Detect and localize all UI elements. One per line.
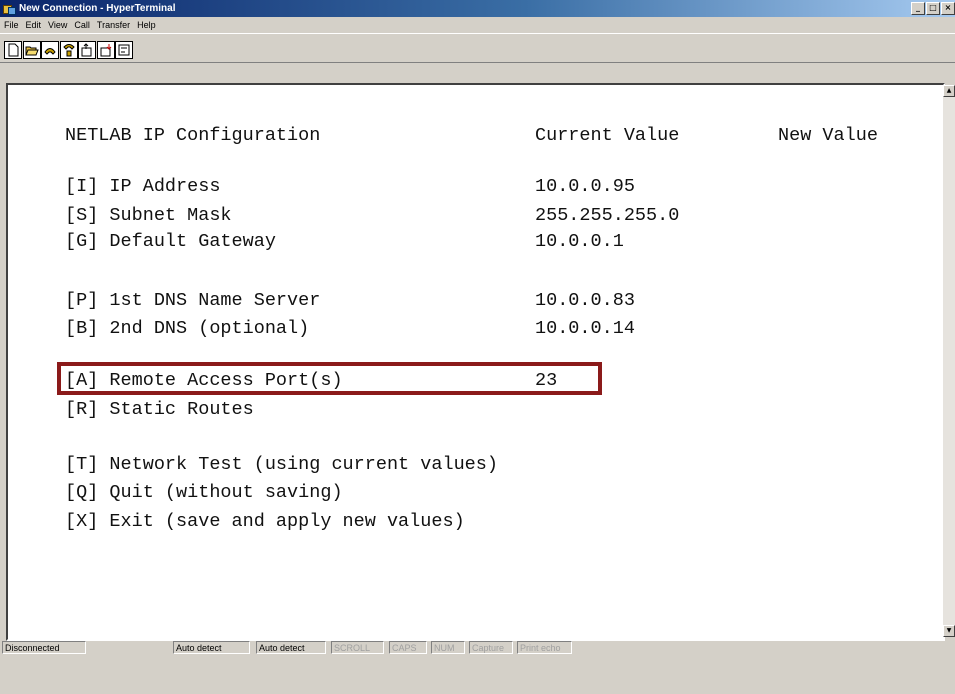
status-scroll: SCROLL	[331, 641, 384, 654]
option-ip-address: [I] IP Address	[65, 176, 221, 197]
window-controls: _ □ ×	[911, 2, 955, 15]
scroll-up-icon[interactable]: ▲	[943, 85, 955, 97]
config-title: NETLAB IP Configuration	[65, 125, 321, 146]
status-bar: Disconnected Auto detect Auto detect SCR…	[0, 640, 955, 656]
window-title: New Connection - HyperTerminal	[19, 3, 176, 14]
properties-icon[interactable]	[115, 41, 133, 59]
status-auto-detect-1: Auto detect	[173, 641, 250, 654]
option-exit: [X] Exit (save and apply new values)	[65, 511, 465, 532]
menu-help[interactable]: Help	[134, 18, 159, 32]
toolbar	[0, 33, 955, 63]
vertical-scrollbar[interactable]: ▲ ▼	[943, 85, 955, 637]
status-capture: Capture	[469, 641, 513, 654]
option-subnet-mask: [S] Subnet Mask	[65, 205, 232, 226]
new-value-header: New Value	[778, 125, 878, 146]
toolbar-group-call	[41, 41, 79, 59]
toolbar-group-properties	[115, 41, 134, 59]
status-num: NUM	[431, 641, 465, 654]
maximize-button[interactable]: □	[926, 2, 940, 15]
option-dns-1: [P] 1st DNS Name Server	[65, 290, 321, 311]
terminal-screen[interactable]: NETLAB IP Configuration Current Value Ne…	[6, 83, 945, 641]
option-quit: [Q] Quit (without saving)	[65, 482, 343, 503]
hyperterminal-app-icon[interactable]	[3, 3, 16, 15]
new-icon[interactable]	[4, 41, 22, 59]
receive-icon[interactable]	[97, 41, 115, 59]
close-button[interactable]: ×	[941, 2, 955, 15]
status-caps: CAPS	[389, 641, 427, 654]
call-icon[interactable]	[41, 41, 59, 59]
menu-call[interactable]: Call	[71, 18, 93, 32]
option-default-gateway: [G] Default Gateway	[65, 231, 276, 252]
menu-edit[interactable]: Edit	[23, 18, 45, 32]
disconnect-icon[interactable]	[60, 41, 78, 59]
option-network-test: [T] Network Test (using current values)	[65, 454, 498, 475]
value-default-gateway: 10.0.0.1	[535, 231, 624, 252]
value-ip-address: 10.0.0.95	[535, 176, 635, 197]
option-dns-2: [B] 2nd DNS (optional)	[65, 318, 310, 339]
option-static-routes: [R] Static Routes	[65, 399, 254, 420]
send-icon[interactable]	[78, 41, 96, 59]
title-bar[interactable]: New Connection - HyperTerminal _ □ ×	[0, 0, 955, 17]
value-dns-1: 10.0.0.83	[535, 290, 635, 311]
status-print-echo: Print echo	[517, 641, 572, 654]
value-subnet-mask: 255.255.255.0	[535, 205, 680, 226]
toolbar-group-transfer	[78, 41, 116, 59]
remote-access-highlight	[57, 362, 602, 395]
toolbar-group-file	[4, 41, 42, 59]
menu-file[interactable]: File	[1, 18, 22, 32]
minimize-button[interactable]: _	[911, 2, 925, 15]
open-icon[interactable]	[23, 41, 41, 59]
status-connection: Disconnected	[2, 641, 86, 654]
menu-view[interactable]: View	[45, 18, 70, 32]
value-dns-2: 10.0.0.14	[535, 318, 635, 339]
status-auto-detect-2: Auto detect	[256, 641, 326, 654]
scroll-down-icon[interactable]: ▼	[943, 625, 955, 637]
current-value-header: Current Value	[535, 125, 680, 146]
hyperterminal-window: New Connection - HyperTerminal _ □ × Fil…	[0, 0, 955, 656]
menu-bar: File Edit View Call Transfer Help	[0, 18, 159, 32]
menu-transfer[interactable]: Transfer	[94, 18, 133, 32]
